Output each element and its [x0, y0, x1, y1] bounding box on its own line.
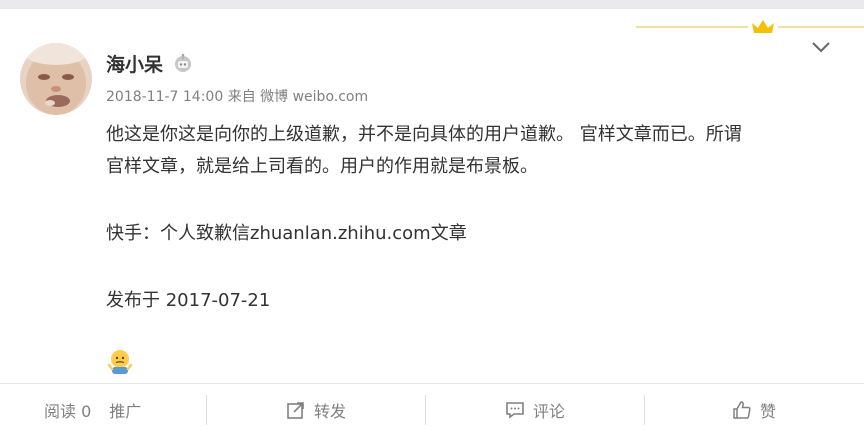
read-count: 阅读 0 — [44, 401, 92, 421]
avatar-image — [20, 43, 92, 115]
comment-icon — [506, 401, 524, 419]
username[interactable]: 海小呆 — [106, 50, 163, 77]
content-line-4: 发布于 2017-07-21 — [106, 290, 271, 311]
share-icon — [287, 401, 304, 419]
chevron-down-icon[interactable] — [810, 39, 832, 55]
content-line-1: 他这是你这是向你的上级道歉，并不是向具体的用户道歉。 官样文章而已。所谓 — [106, 124, 742, 145]
like-label: 赞 — [759, 401, 776, 421]
stats-group: 阅读 0 推广 — [0, 384, 206, 435]
content-line-2: 官样文章，就是给上司看的。用户的作用就是布景板。 — [106, 156, 538, 177]
comment-label: 评论 — [532, 401, 565, 421]
content-line-3: 快手：个人致歉信zhuanlan.zhihu.com文章 — [106, 223, 467, 244]
promote-button[interactable]: 推广 — [109, 398, 141, 422]
post-from-label: 来自 — [227, 89, 256, 105]
post-meta: 2018-11-7 14:00 来自 微博 weibo.com — [106, 86, 368, 106]
thumbs-up-icon — [733, 400, 751, 419]
crown-decoration-icon — [636, 20, 864, 33]
weibo-post-card: 海小呆 2018-11-7 14:00 来自 微博 weibo.com 他这是你… — [0, 9, 864, 435]
post-time[interactable]: 2018-11-7 14:00 — [106, 89, 223, 105]
comment-button[interactable]: 评论 — [426, 384, 644, 435]
repost-label: 转发 — [313, 401, 346, 421]
post-source[interactable]: 微博 weibo.com — [260, 89, 368, 105]
like-button[interactable]: 赞 — [645, 384, 863, 435]
avatar[interactable] — [20, 43, 92, 115]
robot-badge-icon[interactable] — [173, 53, 193, 73]
shrug-emoji-icon — [107, 350, 133, 374]
repost-button[interactable]: 转发 — [207, 384, 425, 435]
action-bar: 阅读 0 推广 转发 评论 赞 — [0, 384, 864, 435]
